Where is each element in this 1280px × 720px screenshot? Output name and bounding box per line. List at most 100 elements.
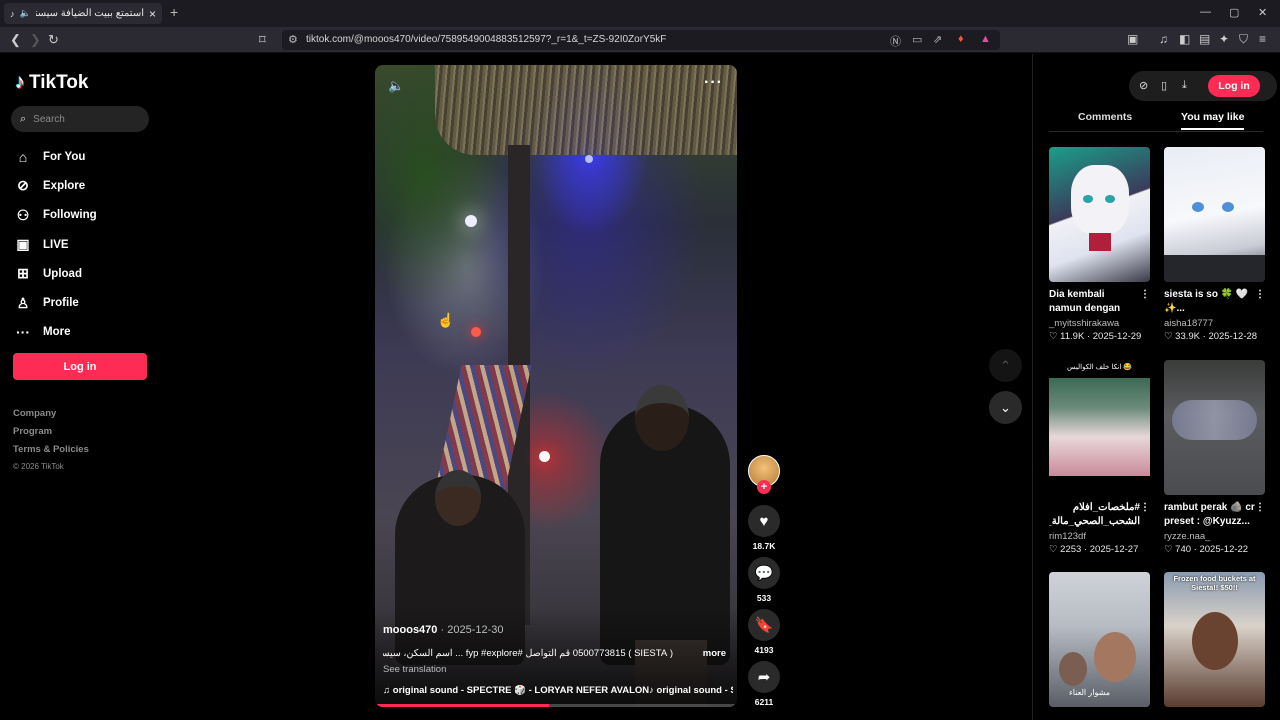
- cast-icon[interactable]: ▭: [912, 33, 922, 46]
- sidebar-toggle-icon[interactable]: ▣: [1127, 32, 1138, 46]
- bookmark-icon[interactable]: ⌑: [259, 32, 266, 48]
- video-thumbnail[interactable]: [1164, 360, 1265, 495]
- tiktok-favicon-icon: ♪: [10, 8, 15, 19]
- sidebar-item-label: Following: [43, 209, 97, 222]
- back-icon[interactable]: ❮: [10, 32, 21, 48]
- header-login-button[interactable]: Log in: [1208, 75, 1260, 97]
- sidebar-item-more[interactable]: ··· More: [15, 318, 97, 347]
- sidebar-item-live[interactable]: ▣ LIVE: [15, 230, 97, 259]
- video-card[interactable]: siesta is so 🍀 🤍 ✨... ⋮ aisha18777 ♡ 33.9…: [1164, 147, 1265, 342]
- sidebar-item-upload[interactable]: ⊞ Upload: [15, 259, 97, 288]
- video-thumbnail[interactable]: [1164, 147, 1265, 282]
- video-card[interactable]: Dia kembali namun dengan tubuh... ⋮ _myit…: [1049, 147, 1150, 342]
- vpn-shield-icon[interactable]: ⛉: [1239, 32, 1248, 47]
- sound-link[interactable]: ♫ original sound - SPECTRE 🎲 - LORYAR NE…: [383, 685, 733, 696]
- video-card[interactable]: rambut perak 🪨 cr preset : @Kyuzz... ⋮ ry…: [1164, 360, 1265, 555]
- tab-comments[interactable]: Comments: [1078, 111, 1132, 123]
- video-card[interactable]: Frozen food buckets at Siesta!! $50!!: [1164, 572, 1265, 707]
- sidebar-item-following[interactable]: ⚇ Following: [15, 201, 97, 230]
- mobile-icon[interactable]: ▯: [1161, 79, 1167, 92]
- sidebar-item-for-you[interactable]: ⌂ For You: [15, 142, 97, 171]
- share-arrow-icon[interactable]: ➦: [748, 661, 780, 693]
- video-thumbnail[interactable]: مشوار العناء: [1049, 572, 1150, 707]
- heart-outline-icon: ♡: [1049, 544, 1058, 555]
- brave-rewards-icon[interactable]: ▲: [980, 33, 991, 45]
- speaker-icon[interactable]: 🔈: [20, 8, 31, 19]
- sidebar-item-label: For You: [43, 150, 86, 163]
- follow-plus-button[interactable]: +: [757, 480, 771, 494]
- save-action[interactable]: 🔖 4193: [748, 609, 780, 655]
- card-user[interactable]: aisha18777: [1164, 318, 1265, 329]
- sidebar-item-label: Profile: [43, 297, 79, 310]
- previous-video-button[interactable]: ⌃: [989, 349, 1022, 382]
- share-icon[interactable]: ⇗: [933, 33, 942, 46]
- url-bar[interactable]: ⚙ tiktok.com/@mooos470/video/75895490048…: [282, 30, 1000, 50]
- menu-icon[interactable]: ≡: [1259, 32, 1266, 46]
- search-input[interactable]: ⌕ Search: [11, 106, 149, 132]
- brave-shield-icon[interactable]: ♦: [958, 33, 964, 45]
- maximize-button[interactable]: ▢: [1229, 6, 1239, 19]
- video-scene-thatch: [435, 65, 737, 155]
- like-action[interactable]: ♥ 18.7K: [748, 505, 780, 551]
- sidebar-item-label: More: [43, 326, 71, 339]
- tab-close-button[interactable]: ×: [149, 7, 156, 21]
- leo-ai-icon[interactable]: ✦: [1219, 32, 1229, 46]
- new-tab-button[interactable]: +: [170, 4, 178, 20]
- video-thumbnail[interactable]: Frozen food buckets at Siesta!! $50!!: [1164, 572, 1265, 707]
- video-progress-bar[interactable]: [375, 704, 737, 707]
- program-link[interactable]: Program: [13, 426, 89, 444]
- sidebar-login-button[interactable]: Log in: [13, 353, 147, 380]
- next-video-button[interactable]: ⌄: [989, 391, 1022, 424]
- caption-more-link[interactable]: more: [703, 648, 726, 659]
- share-action[interactable]: ➦ 6211: [748, 661, 780, 707]
- card-more-icon[interactable]: ⋮: [1140, 288, 1150, 316]
- tiktok-logo[interactable]: ♪ TikTok: [15, 71, 88, 94]
- see-translation-link[interactable]: See translation: [383, 664, 446, 675]
- comment-icon[interactable]: 💬: [748, 557, 780, 589]
- panel-icon[interactable]: ◧: [1179, 32, 1190, 46]
- card-more-icon[interactable]: ⋮: [1140, 501, 1150, 529]
- wallet-icon[interactable]: ▤: [1199, 32, 1210, 46]
- tab-you-may-like[interactable]: You may like: [1181, 111, 1245, 130]
- video-player[interactable]: 🔈 ··· mooos470 · 2025-12-30 ( SIESTA ) 0…: [375, 65, 737, 707]
- sidebar-item-explore[interactable]: ⊘ Explore: [15, 171, 97, 200]
- card-more-icon[interactable]: ⋮: [1255, 501, 1265, 529]
- video-more-options-icon[interactable]: ···: [704, 74, 723, 92]
- minimize-button[interactable]: —: [1200, 6, 1211, 18]
- search-placeholder: Search: [33, 113, 65, 125]
- card-more-icon[interactable]: ⋮: [1255, 288, 1265, 316]
- reader-off-icon[interactable]: Ⓝ: [890, 33, 901, 49]
- company-link[interactable]: Company: [13, 408, 89, 426]
- sidebar-item-profile[interactable]: ♙ Profile: [15, 288, 97, 317]
- close-window-button[interactable]: ✕: [1258, 6, 1267, 19]
- volume-icon[interactable]: 🔈: [388, 78, 404, 94]
- music-icon[interactable]: ♫: [1159, 32, 1168, 46]
- video-thumbnail[interactable]: [1049, 147, 1150, 282]
- browser-tab[interactable]: ♪ 🔈 استمتع ببيت الضيافة سيستا ب ×: [4, 3, 162, 24]
- comment-action[interactable]: 💬 533: [748, 557, 780, 603]
- terms-link[interactable]: Terms & Policies: [13, 444, 89, 462]
- card-user[interactable]: _myitsshirakawa: [1049, 318, 1150, 329]
- video-scene-lamp: [585, 155, 593, 163]
- card-user[interactable]: ryzze.naa_: [1164, 531, 1265, 542]
- video-scene-lamp: [465, 215, 477, 227]
- video-card[interactable]: مشوار العناء: [1049, 572, 1150, 707]
- music-note-icon: ♫: [383, 685, 391, 696]
- video-card[interactable]: انكا خلف الكواليس 😂 ⋮ #ملخصات_افلام الشحب…: [1049, 360, 1150, 555]
- download-icon[interactable]: ⤓: [1182, 79, 1187, 92]
- video-caption: ( SIESTA ) 0500773815 قم التواصل #fyp #e…: [383, 648, 673, 659]
- forward-icon[interactable]: ❯: [30, 32, 41, 48]
- coins-icon[interactable]: ⊘: [1139, 79, 1148, 92]
- video-author[interactable]: mooos470 · 2025-12-30: [383, 624, 504, 636]
- video-thumbnail[interactable]: انكا خلف الكواليس 😂: [1049, 360, 1150, 495]
- video-scene-lamp: [539, 451, 550, 462]
- author-name[interactable]: mooos470: [383, 624, 437, 636]
- reload-icon[interactable]: ↻: [48, 32, 59, 48]
- heart-icon[interactable]: ♥: [748, 505, 780, 537]
- site-settings-icon[interactable]: ⚙: [288, 33, 298, 46]
- card-date: 2025-12-29: [1092, 331, 1142, 342]
- card-user[interactable]: rim123df: [1049, 531, 1150, 542]
- card-likes: 2253: [1060, 544, 1082, 555]
- bookmark-icon[interactable]: 🔖: [748, 609, 780, 641]
- address-toolbar: ❮ ❯ ↻ ⌑ ⚙ tiktok.com/@mooos470/video/758…: [0, 27, 1280, 53]
